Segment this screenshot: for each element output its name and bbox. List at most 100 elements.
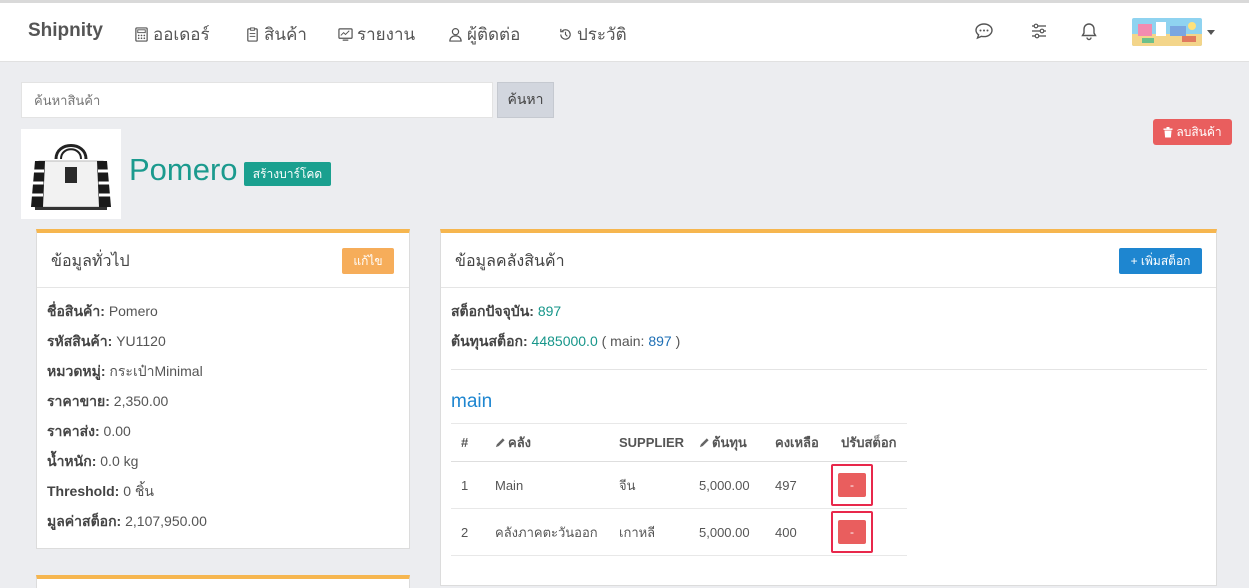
info-value: 0.0 kg [100,453,139,469]
col-number: # [451,423,485,462]
table-row: 2 คลังภาคตะวันออก เกาหลี 5,000.00 400 - [451,508,907,556]
cell-cost: 5,000.00 [689,461,765,509]
search-input[interactable] [21,82,493,118]
current-stock: สต็อกปัจจุบัน: 897 [451,301,561,323]
cell-adjust: - [831,461,907,509]
nav-item-reports-label: รายงาน [357,25,416,44]
chevron-down-icon[interactable] [1207,30,1215,35]
stock-cost: ต้นทุนสต็อก: 4485000.0 ( main: 897 ) [451,331,680,353]
cell-remaining: 400 [765,508,831,556]
monitor-icon [338,28,353,41]
adjust-stock-button[interactable]: - [838,520,866,544]
info-row-threshold: Threshold: 0 ชิ้น [47,481,154,503]
col-adjust: ปรับสต็อก [831,423,907,462]
cell-supplier: เกาหลี [609,508,689,556]
col-cost-label: ต้นทุน [712,435,747,450]
info-row-sku: รหัสสินค้า: YU1120 [47,331,166,353]
info-row-weight: น้ำหนัก: 0.0 kg [47,451,138,473]
nav-item-reports[interactable]: รายงาน [338,21,415,48]
brand-logo[interactable]: Shipnity [28,20,103,42]
col-warehouse-label: คลัง [508,435,532,450]
info-label: ราคาขาย: [47,393,110,409]
cell-adjust: - [831,508,907,556]
edit-button[interactable]: แก้ไข [342,248,394,274]
nav-item-history-label: ประวัติ [577,25,627,44]
info-value: 0 ชิ้น [123,483,154,499]
pencil-icon [699,438,709,448]
info-row-stock-value: มูลค่าสต็อก: 2,107,950.00 [47,511,207,533]
info-value: YU1120 [116,333,166,349]
bell-icon[interactable] [1079,21,1099,41]
info-label: Threshold: [47,483,120,499]
stock-cost-value: 4485000.0 [531,333,598,349]
handbag-image [31,144,111,210]
avatar[interactable] [1132,18,1202,46]
stock-cost-open: ( main: [601,333,645,349]
nav-item-history[interactable]: ประวัติ [558,21,627,48]
general-info-title: ข้อมูลทั่วไป [51,253,130,270]
info-label: มูลค่าสต็อก: [47,513,122,529]
delete-product-button[interactable]: ลบสินค้า [1153,119,1232,145]
info-value: 0.00 [103,423,131,439]
cell-cost: 5,000.00 [689,508,765,556]
delete-product-label: ลบสินค้า [1176,124,1222,139]
warehouse-title: ข้อมูลคลังสินค้า [455,253,565,270]
general-info-panel: ข้อมูลทั่วไป แก้ไข ชื่อสินค้า: Pomero รห… [36,229,410,549]
chat-icon[interactable] [974,21,994,41]
info-row-price: ราคาขาย: 2,350.00 [47,391,168,413]
cell-warehouse: คลังภาคตะวันออก [485,508,609,556]
create-barcode-button[interactable]: สร้างบาร์โคด [244,162,331,186]
info-row-wholesale: ราคาส่ง: 0.00 [47,421,131,443]
cell-number: 2 [451,508,485,556]
trash-icon [1163,126,1173,137]
warehouse-panel: ข้อมูลคลังสินค้า + เพิ่มสต็อก สต็อกปัจจุ… [440,229,1217,586]
info-label: หมวดหมู่: [47,363,106,379]
nav-item-contacts[interactable]: ผู้ติดต่อ [448,21,520,48]
calculator-icon [135,27,148,42]
stock-cost-label: ต้นทุนสต็อก: [451,333,528,349]
warehouse-header: ข้อมูลคลังสินค้า + เพิ่มสต็อก [441,233,1216,288]
next-panel-top [36,575,410,588]
info-label: น้ำหนัก: [47,453,97,469]
pencil-icon [495,438,505,448]
nav-item-products[interactable]: สินค้า [245,21,307,48]
search-button[interactable]: ค้นหา [497,82,554,118]
cell-supplier: จีน [609,461,689,509]
divider [451,369,1207,370]
user-icon [449,27,462,42]
stock-cost-main: 897 [648,333,672,349]
avatar-image [1132,18,1202,46]
nav-item-orders[interactable]: ออเดอร์ [134,21,210,48]
warehouse-section-title: main [451,391,493,412]
col-warehouse: คลัง [485,423,609,462]
clipboard-icon [247,27,258,42]
col-remaining: คงเหลือ [765,423,831,462]
nav-item-orders-label: ออเดอร์ [153,25,210,44]
table-row: 1 Main จีน 5,000.00 497 - [451,461,907,509]
cell-remaining: 497 [765,461,831,509]
info-value: กระเป๋าMinimal [109,363,203,379]
info-row-name: ชื่อสินค้า: Pomero [47,301,158,323]
stock-cost-close: ) [675,333,681,349]
table-header-row: # คลัง SUPPLIER ต้นทุน คงเหลือ ปรับสต็อก [451,423,907,462]
stock-table: # คลัง SUPPLIER ต้นทุน คงเหลือ ปรับสต็อก… [451,423,907,556]
col-cost: ต้นทุน [689,423,765,462]
adjust-stock-button[interactable]: - [838,473,866,497]
add-stock-button[interactable]: + เพิ่มสต็อก [1119,248,1202,274]
info-row-category: หมวดหมู่: กระเป๋าMinimal [47,361,203,383]
product-title: Pomero [129,152,238,187]
general-info-header: ข้อมูลทั่วไป แก้ไข [37,233,409,288]
current-stock-value: 897 [537,303,562,319]
navbar: Shipnity ออเดอร์ สินค้า รายงาน ผู้ติดต่อ… [0,3,1249,62]
cell-warehouse: Main [485,461,609,509]
info-value: Pomero [108,303,158,319]
history-icon [560,28,571,40]
info-label: รหัสสินค้า: [47,333,113,349]
current-stock-label: สต็อกปัจจุบัน: [451,303,534,319]
cell-number: 1 [451,461,485,509]
nav-item-contacts-label: ผู้ติดต่อ [467,25,521,44]
info-label: ราคาส่ง: [47,423,100,439]
adjust-highlight: - [831,464,873,506]
sliders-icon[interactable] [1029,21,1049,41]
product-image [21,129,121,219]
